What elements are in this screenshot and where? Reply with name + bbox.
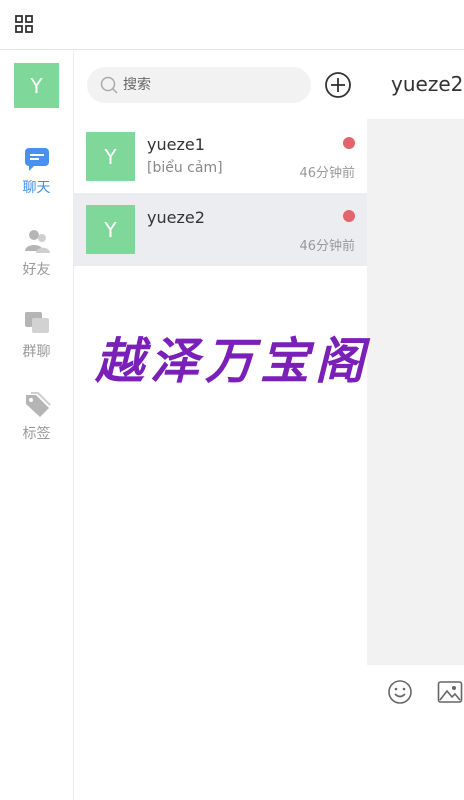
message-composer[interactable] [367, 665, 464, 800]
nav-item-label: 聊天 [22, 180, 51, 196]
nav-item-group-chat[interactable]: 群聊 [0, 309, 73, 361]
add-icon[interactable] [324, 71, 352, 99]
chat-icon [24, 148, 49, 171]
tag-icon [25, 392, 51, 417]
conversation-item-yueze1[interactable]: Y yueze1 [biểu cảm] 46分钟前 [74, 120, 367, 193]
group-chat-icon [24, 312, 49, 333]
conversation-time: 46分钟前 [299, 239, 355, 254]
conversation-name: yueze1 [147, 135, 205, 154]
search-input[interactable] [123, 67, 303, 103]
nav-item-label: 好友 [22, 262, 51, 278]
chat-header: yueze2 [367, 50, 464, 119]
conversation-preview: [biểu cảm] [147, 160, 223, 176]
conversation-time: 46分钟前 [299, 166, 355, 181]
unread-dot [343, 137, 355, 149]
my-avatar[interactable]: Y [14, 63, 59, 108]
app-grid-icon[interactable] [15, 15, 34, 34]
conversation-list: Y yueze1 [biểu cảm] 46分钟前 Y yueze2 46分钟前 [74, 50, 367, 800]
unread-dot [343, 210, 355, 222]
image-icon[interactable] [437, 679, 463, 705]
nav-item-friends[interactable]: 好友 [0, 227, 73, 279]
avatar: Y [86, 132, 135, 181]
side-nav: Y 聊天 好友 群聊 标签 [0, 50, 74, 800]
chat-panel: yueze2 [367, 50, 464, 800]
search-box[interactable] [87, 67, 311, 103]
top-bar [0, 0, 464, 50]
conversation-name: yueze2 [147, 208, 205, 227]
chat-title: yueze2 [391, 72, 464, 96]
nav-item-label: 群聊 [22, 344, 51, 360]
nav-item-chat[interactable]: 聊天 [0, 145, 73, 197]
nav-item-label: 标签 [22, 426, 51, 442]
conversation-item-yueze2[interactable]: Y yueze2 46分钟前 [74, 193, 367, 266]
watermark-text: 越泽万宝阁 [95, 333, 371, 390]
friends-icon [24, 230, 50, 253]
emoji-icon[interactable] [387, 679, 413, 705]
search-icon [100, 76, 118, 94]
avatar: Y [86, 205, 135, 254]
nav-item-tag[interactable]: 标签 [0, 391, 73, 443]
